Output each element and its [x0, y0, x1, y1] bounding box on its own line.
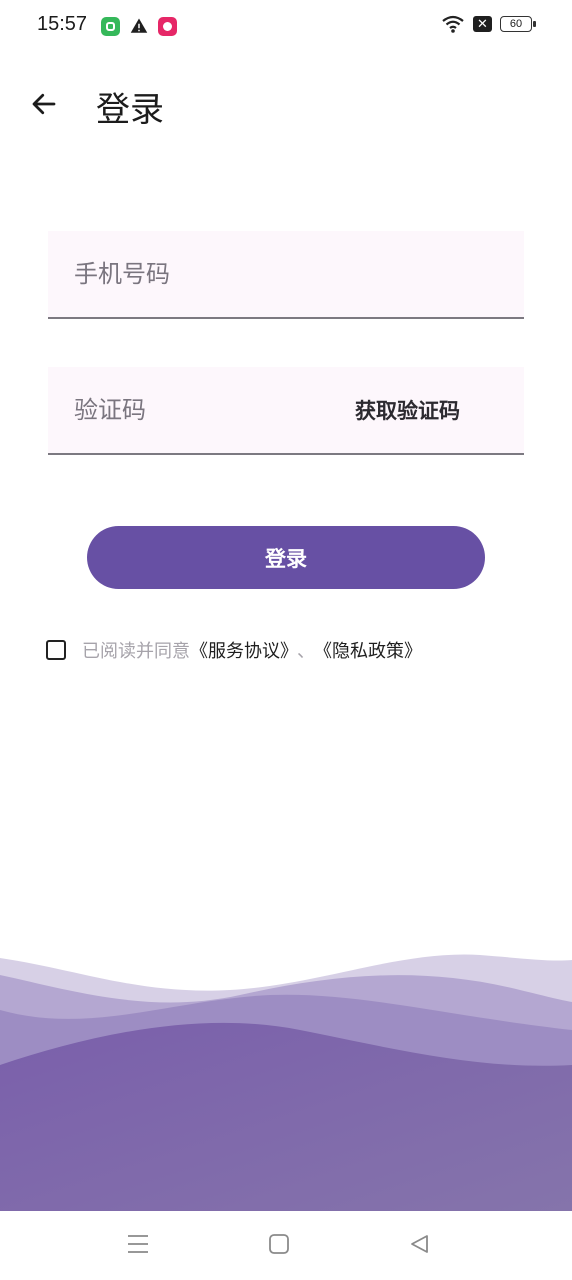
system-nav-bar: [0, 1211, 572, 1280]
green-app-icon: [101, 16, 120, 36]
app-bar: 登录: [0, 62, 572, 144]
agreement-row: 已阅读并同意《服务协议》、《隐私政策》: [46, 636, 422, 664]
warning-icon: [130, 18, 148, 33]
code-field[interactable]: 获取验证码: [48, 367, 524, 455]
decorative-waves: [0, 954, 572, 1211]
battery-level: 60: [509, 18, 523, 30]
arrow-left-icon: [32, 93, 56, 115]
menu-icon: [128, 1235, 148, 1253]
page-title: 登录: [96, 90, 164, 130]
status-bar: 15:57 ✕ 60: [0, 0, 572, 52]
status-time: 15:57: [37, 13, 88, 35]
code-input[interactable]: [74, 367, 354, 453]
back-triangle-icon: [411, 1235, 428, 1253]
agreement-separator: 、: [297, 641, 315, 662]
agreement-text: 已阅读并同意《服务协议》、《隐私政策》: [82, 637, 422, 663]
agree-checkbox[interactable]: [46, 640, 66, 660]
login-button[interactable]: 登录: [87, 526, 485, 589]
privacy-policy-link[interactable]: 《隐私政策》: [323, 641, 422, 662]
back-button[interactable]: [22, 82, 66, 126]
status-system-icons: ✕ 60: [441, 14, 536, 34]
menu-button[interactable]: [123, 1229, 153, 1259]
home-button[interactable]: [264, 1229, 294, 1259]
home-icon: [269, 1234, 289, 1254]
battery-icon: 60: [500, 16, 536, 32]
status-notification-icons: [101, 15, 177, 37]
system-back-button[interactable]: [404, 1229, 434, 1259]
service-agreement-link[interactable]: 《服务协议》: [190, 641, 289, 662]
pink-app-icon: [158, 16, 177, 36]
agreement-prefix: 已阅读并同意: [82, 641, 190, 662]
close-box-icon: ✕: [473, 16, 492, 32]
phone-input[interactable]: [74, 231, 354, 317]
wifi-icon: [442, 15, 464, 33]
phone-field[interactable]: [48, 231, 524, 319]
get-code-button[interactable]: 获取验证码: [355, 367, 460, 453]
